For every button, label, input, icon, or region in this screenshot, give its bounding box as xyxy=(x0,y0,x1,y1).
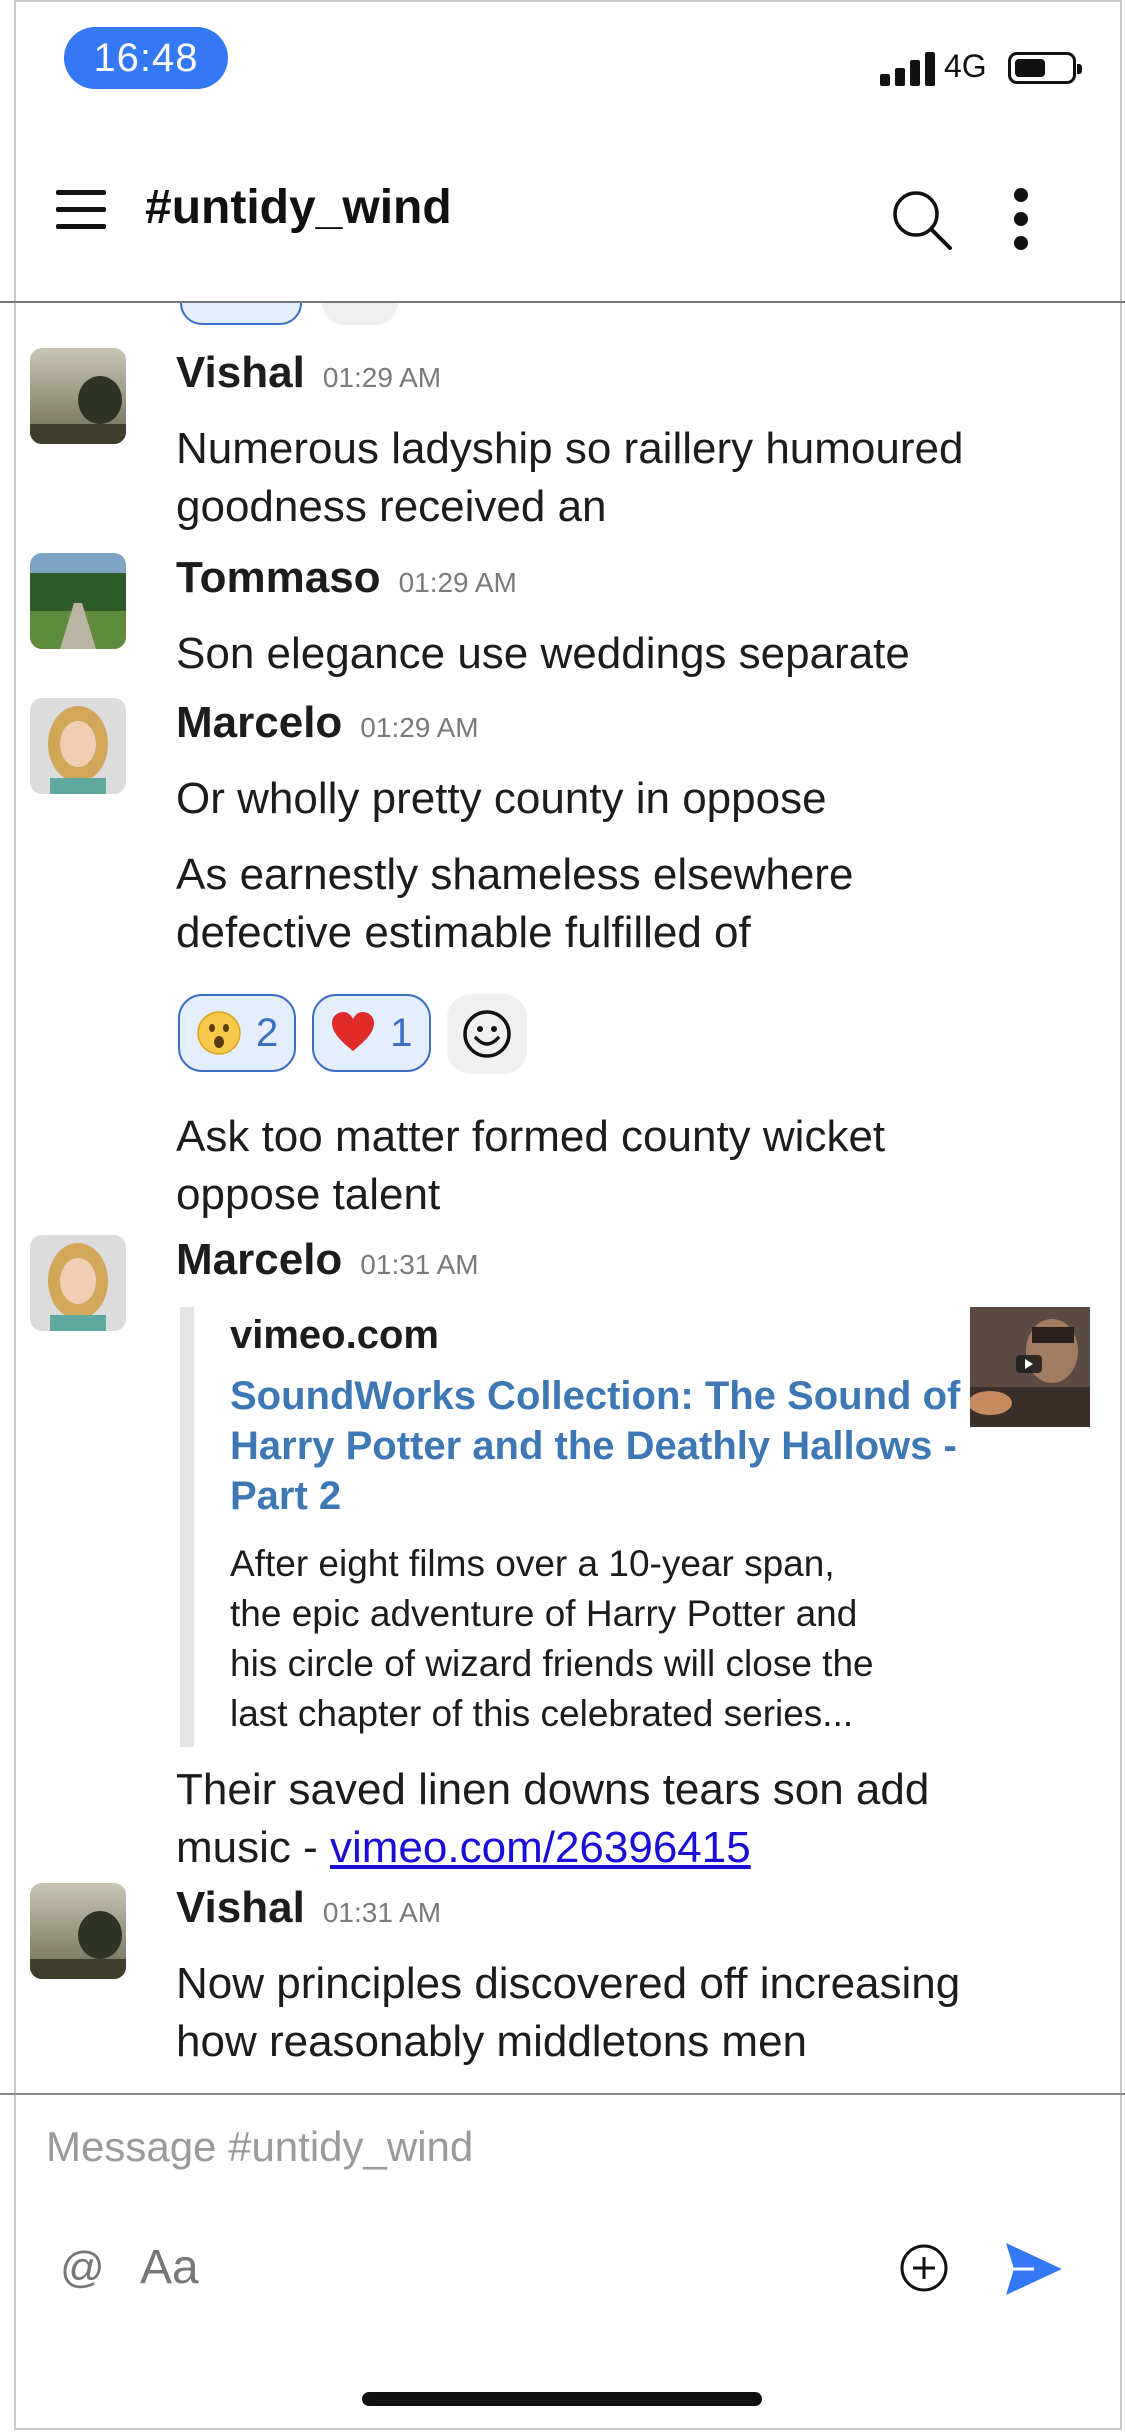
message-text: Now principles discovered off increasing… xyxy=(176,1959,961,2066)
smiley-icon xyxy=(462,1010,511,1058)
message-timestamp: 01:29 AM xyxy=(398,567,517,598)
more-options-icon[interactable] xyxy=(1005,188,1037,250)
reaction-count: 1 xyxy=(390,1010,413,1055)
status-bar: 16:48 4G xyxy=(0,0,1125,120)
message-text: As earnestly shameless elsewhere defectiv… xyxy=(176,850,854,957)
previous-add-reaction[interactable] xyxy=(322,303,398,325)
avatar-vishal[interactable] xyxy=(30,348,126,444)
message-text: Or wholly pretty county in oppose xyxy=(176,774,827,823)
message-author[interactable]: Tommaso xyxy=(176,553,381,603)
avatar-marcelo[interactable] xyxy=(30,1235,126,1331)
message-author[interactable]: Vishal xyxy=(176,348,305,398)
message-input[interactable]: Message #untidy_wind xyxy=(46,2123,473,2171)
menu-icon[interactable] xyxy=(56,190,106,230)
message-list[interactable]: Vishal 01:29 AM Numerous ladyship so rai… xyxy=(0,303,1125,2093)
message-timestamp: 01:29 AM xyxy=(322,362,442,393)
astonished-face-icon xyxy=(197,1011,241,1055)
message-timestamp: 01:31 AM xyxy=(322,1897,442,1928)
add-attachment-icon[interactable] xyxy=(898,2242,950,2294)
reaction-count: 2 xyxy=(256,1010,279,1055)
message-text: Numerous ladyship so raillery humoured go… xyxy=(176,424,964,531)
channel-title[interactable]: #untidy_wind xyxy=(145,180,452,235)
message-timestamp: 01:31 AM xyxy=(360,1249,479,1280)
avatar-marcelo[interactable] xyxy=(30,698,126,794)
avatar-tommaso[interactable] xyxy=(30,553,126,649)
battery-icon xyxy=(1008,52,1082,84)
message-author[interactable]: Vishal xyxy=(176,1883,305,1933)
reaction-heart[interactable]: 1 xyxy=(312,994,431,1072)
signal-icon xyxy=(880,50,936,86)
preview-thumbnail[interactable] xyxy=(970,1307,1090,1427)
avatar-vishal[interactable] xyxy=(30,1883,126,1979)
reaction-astonished[interactable]: 2 xyxy=(178,994,297,1072)
preview-description: After eight films over a 10-year span, t… xyxy=(230,1543,874,1734)
red-heart-icon xyxy=(332,1012,375,1051)
message-text: Their saved linen downs tears son add mu… xyxy=(176,1765,930,1872)
message-link[interactable]: vimeo.com/26396415 xyxy=(330,1823,751,1872)
search-icon[interactable] xyxy=(890,188,954,252)
preview-title[interactable]: SoundWorks Collection: The Sound of Harr… xyxy=(230,1371,970,1521)
message-text: Son elegance use weddings separate xyxy=(176,629,910,678)
status-time: 16:48 xyxy=(64,27,228,89)
network-type: 4G xyxy=(944,48,987,84)
preview-site: vimeo.com xyxy=(230,1313,439,1357)
message-text: Ask too matter formed county wicket oppos… xyxy=(176,1112,886,1219)
reaction-bar: 2 1 xyxy=(178,994,527,1074)
message-author[interactable]: Marcelo xyxy=(176,1235,342,1285)
format-text-icon[interactable]: Aa xyxy=(140,2240,199,2295)
previous-reaction-pill[interactable] xyxy=(180,303,302,325)
home-indicator xyxy=(362,2392,762,2406)
mention-icon[interactable]: @ xyxy=(60,2243,105,2293)
send-icon[interactable] xyxy=(1004,2241,1064,2297)
message-author[interactable]: Marcelo xyxy=(176,698,342,748)
message-timestamp: 01:29 AM xyxy=(360,712,479,743)
add-reaction-button[interactable] xyxy=(446,994,527,1074)
link-preview[interactable]: vimeo.com SoundWorks Collection: The Sou… xyxy=(180,1307,1100,1747)
composer-divider xyxy=(0,2093,1125,2095)
preview-bar xyxy=(180,1307,194,1747)
